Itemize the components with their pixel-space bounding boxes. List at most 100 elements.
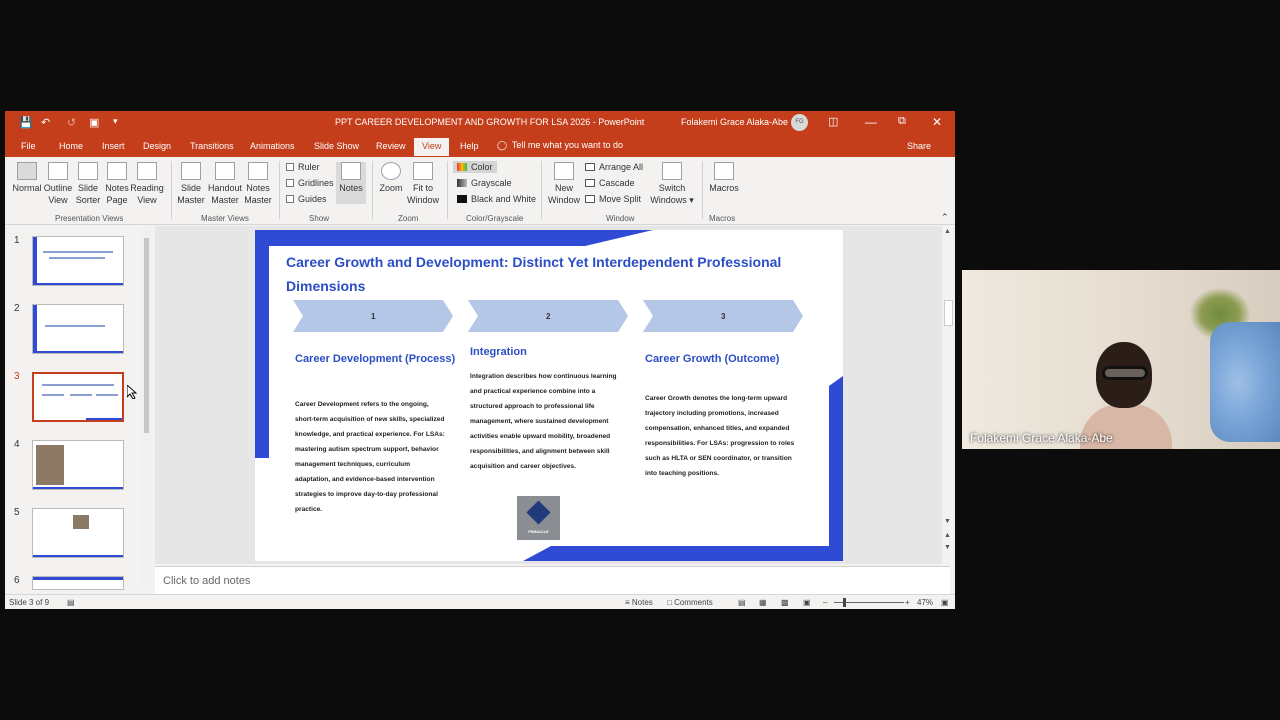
reading-view-status-icon[interactable]: ▩ (781, 598, 789, 607)
reading-view-icon (137, 162, 157, 180)
account-name[interactable]: Folakemi Grace Alaka-Abe (681, 117, 788, 127)
slide-title[interactable]: Career Growth and Development: Distinct … (286, 250, 806, 298)
next-slide-icon[interactable]: ▼ (944, 544, 951, 551)
new-window-icon (554, 162, 574, 180)
tab-animations[interactable]: Animations (250, 141, 295, 151)
notes-icon (341, 162, 361, 180)
zoom-in-icon[interactable]: + (905, 598, 910, 607)
zoom-slider-handle[interactable] (843, 598, 846, 607)
ribbon-display-options-icon[interactable]: ◫ (828, 115, 838, 128)
notes-page-label-1: Notes (105, 183, 129, 193)
slide-thumbnail-6[interactable] (32, 576, 124, 590)
tab-insert[interactable]: Insert (102, 141, 125, 151)
notes-toggle-button[interactable]: Notes (336, 162, 366, 204)
save-icon[interactable]: 💾 (19, 116, 33, 129)
notes-status-button[interactable]: ≡ Notes (625, 598, 653, 607)
scrollbar-thumb[interactable] (944, 300, 953, 326)
close-icon[interactable]: ✕ (932, 115, 942, 129)
slide-sorter-status-icon[interactable]: ▦ (759, 598, 767, 607)
restore-icon[interactable]: ⧉ (898, 115, 906, 128)
fit-slide-icon[interactable]: ▣ (941, 598, 949, 607)
new-window-button[interactable]: New Window (546, 162, 582, 206)
tab-view[interactable]: View (414, 138, 450, 156)
macros-button[interactable]: Macros (707, 162, 741, 194)
tell-me-box[interactable]: ◯ Tell me what you want to do (497, 140, 623, 151)
cascade-icon (585, 179, 595, 187)
grayscale-option[interactable]: Grayscale (457, 178, 512, 188)
zoom-out-icon[interactable]: – (823, 598, 827, 607)
grayscale-label: Grayscale (471, 178, 512, 188)
cascade-button[interactable]: Cascade (585, 178, 635, 188)
ruler-checkbox[interactable]: Ruler (286, 162, 320, 172)
slide-sorter-label-2: Sorter (75, 195, 101, 205)
step-number: 1 (371, 312, 376, 321)
tab-review[interactable]: Review (376, 141, 406, 151)
color-option[interactable]: Color (453, 161, 497, 173)
thumbnail-accent (33, 305, 37, 353)
black-and-white-option[interactable]: Black and White (457, 194, 536, 204)
notes-placeholder[interactable]: Click to add notes (163, 575, 250, 587)
start-from-beginning-icon[interactable]: ▣ (89, 116, 99, 129)
handout-master-label-2: Master (211, 195, 239, 205)
magnifier-icon (381, 162, 401, 180)
arrange-all-button[interactable]: Arrange All (585, 162, 643, 172)
zoom-button[interactable]: Zoom (377, 162, 405, 194)
thumbnail-accent (33, 283, 123, 285)
checkbox-box (286, 179, 294, 187)
move-split-button[interactable]: Move Split (585, 194, 641, 204)
gridlines-checkbox[interactable]: Gridlines (286, 178, 334, 188)
slide-thumbnail-2[interactable] (32, 304, 124, 354)
slide-thumbnail-4[interactable] (32, 440, 124, 490)
tab-transitions[interactable]: Transitions (190, 141, 234, 151)
move-split-icon (585, 195, 595, 203)
scroll-up-icon[interactable]: ▲ (944, 228, 951, 235)
tab-slide-show[interactable]: Slide Show (314, 141, 359, 151)
thumbnail-accent (33, 487, 123, 489)
thumbnail-photo (36, 445, 64, 485)
tab-help[interactable]: Help (460, 141, 479, 151)
thumbnails-scrollbar[interactable] (142, 226, 151, 586)
normal-view-status-icon[interactable]: ▤ (738, 598, 746, 607)
customize-toolbar-icon[interactable]: ▾ (113, 116, 118, 127)
zoom-label: Zoom (379, 183, 403, 193)
guides-checkbox[interactable]: Guides (286, 194, 327, 204)
comments-button[interactable]: □ Comments (667, 598, 713, 607)
switch-windows-button[interactable]: Switch Windows ▾ (648, 162, 696, 206)
notes-status-label: Notes (631, 598, 653, 607)
tab-design[interactable]: Design (143, 141, 171, 151)
slide-thumbnail-5[interactable] (32, 508, 124, 558)
thumbnail-text-line (42, 384, 114, 386)
slide-show-status-icon[interactable]: ▣ (803, 598, 811, 607)
editor-scrollbar[interactable]: ▲ ▼ ▲ ▼ (942, 226, 955, 564)
notes-master-icon (248, 162, 268, 180)
notes-status-icon: ≡ (625, 598, 630, 607)
switch-windows-label-1: Switch (658, 183, 686, 193)
reading-view-button[interactable]: Reading View (129, 162, 165, 206)
tab-file[interactable]: File (21, 141, 36, 151)
redo-icon[interactable]: ↺ (67, 116, 76, 129)
normal-view-button[interactable]: Normal (11, 162, 43, 194)
slide-canvas[interactable]: Career Growth and Development: Distinct … (255, 230, 843, 561)
previous-slide-icon[interactable]: ▲ (944, 532, 951, 539)
tell-me-label: Tell me what you want to do (511, 140, 623, 150)
zoom-level[interactable]: 47% (917, 598, 933, 607)
slide-sorter-button[interactable]: Slide Sorter (72, 162, 104, 206)
scrollbar-thumb[interactable] (144, 238, 149, 433)
avatar[interactable]: FG (791, 114, 808, 131)
minimize-icon[interactable]: — (865, 115, 877, 129)
slide-thumbnail-1[interactable] (32, 236, 124, 286)
tab-home[interactable]: Home (59, 141, 83, 151)
notes-pane[interactable]: Click to add notes (155, 566, 950, 594)
collapse-ribbon-icon[interactable]: ⌃ (941, 212, 949, 223)
outline-view-button[interactable]: Outline View (42, 162, 74, 206)
thumbnail-text-line (42, 394, 64, 396)
slide-thumbnail-3[interactable] (32, 372, 124, 422)
undo-icon[interactable]: ↶ (41, 116, 50, 129)
fit-to-window-button[interactable]: Fit to Window (405, 162, 441, 206)
share-button[interactable]: Share (907, 141, 931, 151)
notes-master-button[interactable]: Notes Master (241, 162, 275, 206)
slide-master-button[interactable]: Slide Master (175, 162, 207, 206)
scroll-down-icon[interactable]: ▼ (944, 518, 951, 525)
handout-master-button[interactable]: Handout Master (205, 162, 245, 206)
accessibility-icon[interactable]: ▤ (67, 598, 75, 607)
